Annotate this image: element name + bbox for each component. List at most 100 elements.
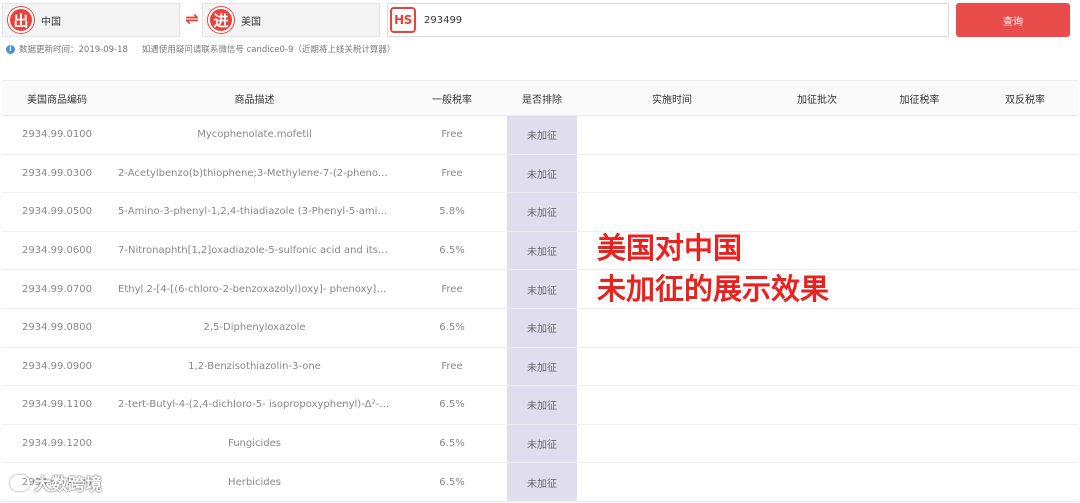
hs-code-field: HS	[387, 3, 949, 37]
annotation-line-1: 美国对中国	[597, 231, 743, 265]
excluded-status-cell: 未加征	[507, 308, 577, 348]
table-row: 2934.99.0800 2,5-Diphenyloxazole 6.5% 未加征	[2, 308, 1078, 348]
table-row: 2934.99.1200 Fungicides 6.5% 未加征	[2, 424, 1078, 464]
excluded-status-cell: 未加征	[507, 115, 577, 155]
table-header-row: 美国商品编码 商品描述 一般税率 是否排除 实施时间 加征批次 加征税率 双反税…	[2, 80, 1078, 116]
description-cell: Fungicides	[112, 424, 397, 464]
effective-date-cell	[577, 115, 767, 155]
origin-country-select[interactable]: 出 中国	[2, 3, 180, 37]
ad-cvd-rate-cell	[972, 154, 1078, 194]
code-cell: 2934.99.1100	[2, 385, 112, 425]
additional-rate-cell	[867, 385, 972, 425]
excluded-status-cell: 未加征	[507, 424, 577, 464]
search-bar: 出 中国 ⇌ 进 美国 HS 查询	[0, 0, 1080, 40]
table-row: 2934.99.0900 1,2-Benzisothiazolin-3-one Fr…	[2, 347, 1078, 387]
ad-cvd-rate-cell	[972, 115, 1078, 155]
additional-rate-cell	[867, 462, 972, 502]
update-time-text: 数据更新时间：2019-09-18	[19, 45, 128, 55]
table-row: 2934.99.0700 Ethyl 2-[4-[(6-chloro-2-benz…	[2, 269, 1078, 309]
additional-rate-cell	[867, 192, 972, 232]
effective-date-cell	[577, 154, 767, 194]
info-icon: i	[6, 44, 15, 54]
annotation-overlay: 美国对中国 未加征的展示效果	[597, 228, 829, 310]
effective-date-cell	[577, 424, 767, 464]
tariff-batch-cell	[767, 462, 867, 502]
ad-cvd-rate-cell	[972, 462, 1078, 502]
watermark-text: 大数跨境	[34, 475, 102, 495]
ad-cvd-rate-cell	[972, 308, 1078, 348]
general-rate-cell: Free	[397, 269, 507, 309]
general-rate-cell: Free	[397, 347, 507, 387]
query-button[interactable]: 查询	[956, 3, 1070, 37]
header-us-code: 美国商品编码	[2, 80, 112, 116]
general-rate-cell: 6.5%	[397, 462, 507, 502]
tariff-batch-cell	[767, 308, 867, 348]
general-rate-cell: 6.5%	[397, 308, 507, 348]
code-cell: 2934.99.0600	[2, 231, 112, 271]
tariff-batch-cell	[767, 192, 867, 232]
effective-date-cell	[577, 462, 767, 502]
table-row: 2934.99.0500 5-Amino-3-phenyl-1,2,4-thiad…	[2, 192, 1078, 232]
annotation-line-2: 未加征的展示效果	[597, 272, 830, 306]
code-cell: 2934.99.1200	[2, 424, 112, 464]
swap-icon[interactable]: ⇌	[183, 9, 201, 29]
header-description: 商品描述	[112, 80, 397, 116]
ad-cvd-rate-cell	[972, 385, 1078, 425]
general-rate-cell: 5.8%	[397, 192, 507, 232]
header-tariff-batch: 加征批次	[767, 80, 867, 116]
header-excluded: 是否排除	[507, 80, 577, 116]
header-additional-rate: 加征税率	[867, 80, 972, 116]
table-row: 2934.99.0300 2-Acetylbenzo(b)thiophene;3-…	[2, 154, 1078, 194]
tariff-batch-cell	[767, 115, 867, 155]
excluded-status-cell: 未加征	[507, 154, 577, 194]
ad-cvd-rate-cell	[972, 424, 1078, 464]
additional-rate-cell	[867, 308, 972, 348]
code-cell: 2934.99.0900	[2, 347, 112, 387]
table-row: 2934.99.1500 Herbicides 6.5% 未加征	[2, 462, 1078, 502]
tariff-batch-cell	[767, 385, 867, 425]
description-cell: Mycophenolate.mofetil	[112, 115, 397, 155]
ad-cvd-rate-cell	[972, 231, 1078, 271]
excluded-status-cell: 未加征	[507, 231, 577, 271]
table-row: 2934.99.0600 7-Nitronaphth[1,2]oxadiazole…	[2, 231, 1078, 271]
destination-country-value: 美国	[241, 16, 261, 28]
general-rate-cell: Free	[397, 115, 507, 155]
code-cell: 2934.99.0100	[2, 115, 112, 155]
ad-cvd-rate-cell	[972, 192, 1078, 232]
ad-cvd-rate-cell	[972, 347, 1078, 387]
watermark-logo-icon	[10, 474, 30, 491]
description-cell: 7-Nitronaphth[1,2]oxadiazole-5-sulfonic …	[112, 231, 397, 271]
effective-date-cell	[577, 347, 767, 387]
effective-date-cell	[577, 308, 767, 348]
description-cell: 5-Amino-3-phenyl-1,2,4-thiadiazole (3-Ph…	[112, 192, 397, 232]
hs-code-input[interactable]	[424, 14, 924, 26]
tariff-batch-cell	[767, 154, 867, 194]
table-row: 2934.99.0100 Mycophenolate.mofetil Free 未加征	[2, 115, 1078, 155]
excluded-status-cell: 未加征	[507, 269, 577, 309]
description-cell: 2-Acetylbenzo(b)thiophene;3-Methylene-7-…	[112, 154, 397, 194]
description-cell: Herbicides	[112, 462, 397, 502]
code-cell: 2934.99.0700	[2, 269, 112, 309]
additional-rate-cell	[867, 154, 972, 194]
tariff-table: 美国商品编码 商品描述 一般税率 是否排除 实施时间 加征批次 加征税率 双反税…	[2, 80, 1078, 502]
effective-date-cell	[577, 192, 767, 232]
header-general-rate: 一般税率	[397, 80, 507, 116]
excluded-status-cell: 未加征	[507, 462, 577, 502]
ad-cvd-rate-cell	[972, 269, 1078, 309]
description-cell: 2-tert-Butyl-4-(2,4-dichloro-5- isopropo…	[112, 385, 397, 425]
destination-country-select[interactable]: 进 美国	[202, 3, 380, 37]
general-rate-cell: 6.5%	[397, 385, 507, 425]
additional-rate-cell	[867, 115, 972, 155]
excluded-status-cell: 未加征	[507, 192, 577, 232]
contact-text: 如遇使用疑问请联系微信号 candice0-9（近期将上线关税计算器）	[141, 45, 396, 55]
origin-country-value: 中国	[41, 16, 61, 28]
description-cell: 1,2-Benzisothiazolin-3-one	[112, 347, 397, 387]
table-row: 2934.99.1100 2-tert-Butyl-4-(2,4-dichloro…	[2, 385, 1078, 425]
import-badge-icon: 进	[208, 7, 234, 33]
header-ad-cvd-rate: 双反税率	[972, 80, 1078, 116]
export-badge-icon: 出	[8, 7, 34, 33]
tariff-batch-cell	[767, 347, 867, 387]
additional-rate-cell	[867, 269, 972, 309]
description-cell: Ethyl 2-[4-[(6-chloro-2-benzoxazolyl)oxy…	[112, 269, 397, 309]
info-line: i 数据更新时间：2019-09-18 如遇使用疑问请联系微信号 candice…	[6, 43, 395, 55]
